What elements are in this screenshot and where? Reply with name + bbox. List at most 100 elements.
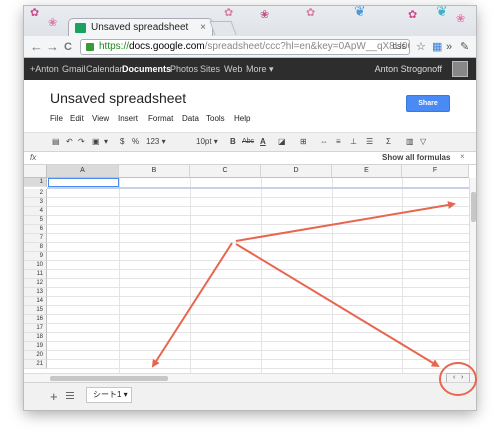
row-header[interactable]: 18 (24, 333, 47, 342)
row-header[interactable]: 19 (24, 342, 47, 351)
gbar-item-photos[interactable]: Photos (170, 64, 198, 74)
spreadsheet-grid[interactable]: A B C D E F 1 2 3 4 5 6 7 8 9 10 11 12 1… (24, 165, 476, 373)
back-button[interactable]: ← (30, 39, 43, 55)
extensions-overflow-icon[interactable]: » (446, 40, 452, 54)
column-header-f[interactable]: F (402, 165, 469, 178)
row-header[interactable]: 1 (24, 178, 47, 187)
menu-tools[interactable]: Tools (206, 114, 225, 123)
menu-format[interactable]: Format (148, 114, 173, 123)
menu-view[interactable]: View (92, 114, 109, 123)
chevron-down-icon[interactable]: ▾ (104, 136, 108, 148)
row-header[interactable]: 20 (24, 351, 47, 360)
grid-line (47, 323, 469, 324)
grid-line (47, 314, 469, 315)
avatar[interactable] (452, 61, 468, 77)
gbar-item-gmail[interactable]: Gmail (62, 64, 86, 74)
column-header-b[interactable]: B (119, 165, 190, 178)
scroll-left-button[interactable]: ‹ (453, 374, 455, 382)
sheet-tab[interactable]: シート1 ▾ (86, 387, 132, 403)
row-header[interactable]: 21 (24, 360, 47, 369)
row-header[interactable]: 9 (24, 252, 47, 261)
select-all-corner[interactable] (24, 165, 47, 178)
column-header-a[interactable]: A (47, 165, 119, 178)
undo-icon[interactable]: ↶ (66, 136, 73, 148)
document-title[interactable]: Unsaved spreadsheet (50, 90, 186, 106)
menu-help[interactable]: Help (234, 114, 250, 123)
row-header[interactable]: 2 (24, 189, 47, 198)
gbar-item-sites[interactable]: Sites (200, 64, 220, 74)
forward-button[interactable]: → (46, 39, 59, 55)
sum-button[interactable]: Σ (386, 136, 391, 148)
row-header[interactable]: 12 (24, 279, 47, 288)
borders-icon[interactable]: ⊞ (300, 136, 307, 148)
fill-color-icon[interactable]: ◪ (278, 136, 286, 148)
number-format-dropdown[interactable]: 123 ▾ (146, 136, 166, 148)
gbar-item-calendar[interactable]: Calendar (86, 64, 123, 74)
row-header[interactable]: 10 (24, 261, 47, 270)
align-icon[interactable]: ≡ (336, 136, 341, 148)
url-host: docs.google.com (129, 41, 205, 52)
paint-format-icon[interactable]: ▣ (92, 136, 100, 148)
show-formulas-button[interactable]: Show all formulas (382, 153, 450, 162)
bold-button[interactable]: B (230, 136, 236, 148)
formula-bar: fx Show all formulas × (24, 152, 476, 165)
row-header[interactable]: 13 (24, 288, 47, 297)
extension-icon[interactable]: ▦ (432, 40, 442, 54)
horizontal-scroll-thumb[interactable] (50, 376, 168, 381)
row-header[interactable]: 11 (24, 270, 47, 279)
selected-cell-a1[interactable] (48, 178, 119, 187)
vertical-scroll-thumb[interactable] (471, 192, 476, 222)
menu-edit[interactable]: Edit (70, 114, 84, 123)
menu-data[interactable]: Data (182, 114, 199, 123)
grid-line (47, 341, 469, 342)
row-header[interactable]: 8 (24, 243, 47, 252)
valign-icon[interactable]: ⊥ (350, 136, 357, 148)
text-color-button[interactable]: A (260, 136, 266, 148)
row-header[interactable]: 16 (24, 315, 47, 324)
percent-button[interactable]: % (132, 136, 139, 148)
browser-tab[interactable]: Unsaved spreadsheet × (68, 18, 213, 36)
vertical-scrollbar[interactable] (469, 178, 476, 373)
star-icon[interactable]: ☆ (416, 40, 426, 54)
horizontal-scrollbar[interactable] (24, 373, 476, 382)
row-header[interactable]: 4 (24, 207, 47, 216)
font-size-dropdown[interactable]: 10pt ▾ (196, 136, 218, 148)
frozen-rows-divider[interactable] (47, 187, 469, 189)
wrap-icon[interactable]: ☰ (366, 136, 373, 148)
row-header[interactable]: 17 (24, 324, 47, 333)
share-button[interactable]: Share (406, 95, 450, 112)
row-header[interactable]: 6 (24, 225, 47, 234)
merge-icon[interactable]: ⇔ (320, 136, 328, 148)
column-header-d[interactable]: D (261, 165, 332, 178)
row-header[interactable]: 3 (24, 198, 47, 207)
tab-close-button[interactable]: × (200, 22, 206, 33)
redo-icon[interactable]: ↷ (78, 136, 85, 148)
add-sheet-button[interactable]: + (50, 389, 58, 404)
address-bar[interactable]: https://docs.google.com/spreadsheet/ccc?… (80, 39, 410, 55)
reload-button[interactable]: C (64, 39, 72, 55)
menu-insert[interactable]: Insert (118, 114, 138, 123)
print-icon[interactable]: ▤ (52, 136, 60, 148)
new-tab-button[interactable] (209, 21, 237, 35)
chart-icon[interactable]: ▥ (406, 136, 414, 148)
user-name[interactable]: Anton Strogonoff (375, 64, 442, 74)
gbar-item-more[interactable]: More ▾ (246, 64, 274, 75)
close-icon[interactable]: × (460, 152, 465, 161)
scroll-right-button[interactable]: › (461, 374, 463, 382)
strikethrough-button[interactable]: Abc (242, 136, 254, 148)
gbar-item-documents[interactable]: Documents (122, 64, 171, 74)
row-header[interactable]: 5 (24, 216, 47, 225)
gbar-item-profile[interactable]: +Anton (30, 64, 59, 74)
gbar-item-web[interactable]: Web (224, 64, 242, 74)
column-header-e[interactable]: E (332, 165, 402, 178)
column-header-c[interactable]: C (190, 165, 261, 178)
row-header[interactable]: 14 (24, 297, 47, 306)
filter-icon[interactable]: ▽ (420, 136, 426, 148)
row-header[interactable]: 7 (24, 234, 47, 243)
css-extension-badge[interactable]: css (393, 41, 407, 51)
row-header[interactable]: 15 (24, 306, 47, 315)
sheet-list-icon[interactable] (66, 392, 74, 399)
wrench-icon[interactable]: ✎ (460, 40, 469, 54)
currency-icon[interactable]: $ (120, 136, 124, 148)
menu-file[interactable]: File (50, 114, 63, 123)
